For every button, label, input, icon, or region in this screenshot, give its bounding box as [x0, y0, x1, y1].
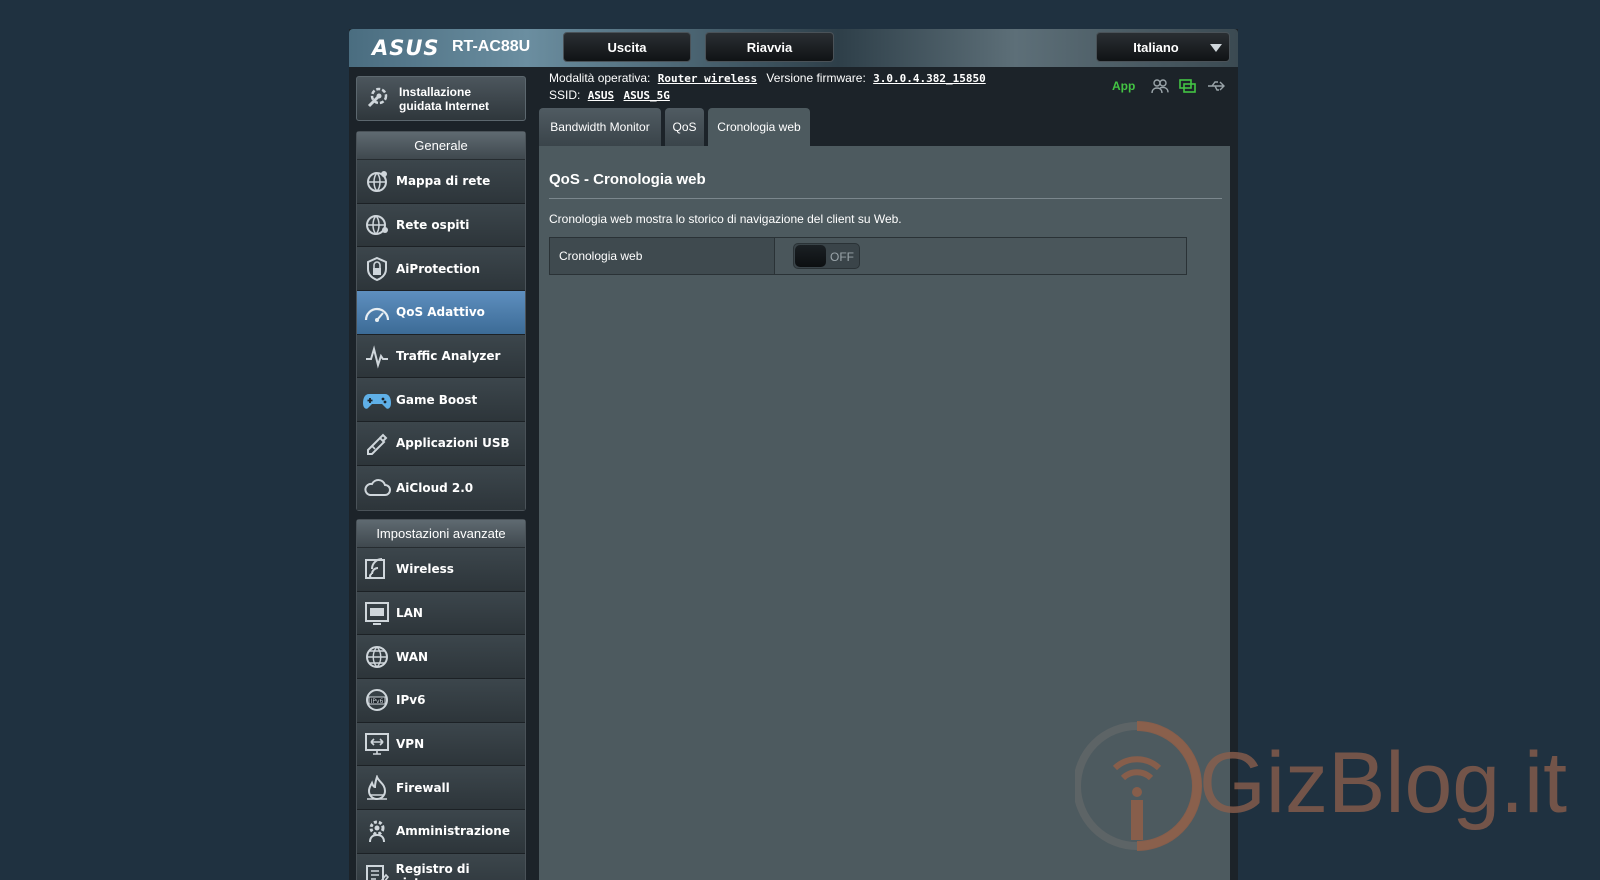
clients-icon[interactable] — [1151, 78, 1170, 94]
sidebar-item-guest-network[interactable]: Rete ospiti — [357, 203, 525, 248]
sidebar-item-label: WAN — [396, 649, 429, 664]
wizard-wrench-icon — [365, 82, 393, 115]
sidebar-item-label: Traffic Analyzer — [396, 349, 501, 364]
setting-label: Cronologia web — [550, 238, 775, 274]
sidebar-item-vpn[interactable]: VPN — [357, 722, 525, 767]
title-divider — [549, 198, 1222, 199]
status-info: Modalità operativa: Router wireless Vers… — [549, 70, 992, 104]
sidebar-item-firewall[interactable]: Firewall — [357, 766, 525, 811]
lan-icon — [360, 598, 394, 628]
sidebar-item-aiprotection[interactable]: AiProtection — [357, 247, 525, 292]
advanced-section: Impostazioni avanzate Wireless LAN WAN I… — [356, 519, 526, 880]
usb-icon[interactable] — [1207, 79, 1227, 93]
internet-status-icon[interactable] — [1179, 78, 1197, 94]
firewall-icon — [360, 773, 394, 803]
firmware-link[interactable]: 3.0.0.4.382_15850 — [873, 72, 986, 85]
sidebar-item-label: Registro di sistema — [395, 861, 470, 880]
page-description: Cronologia web mostra lo storico di navi… — [549, 212, 902, 226]
aiprotection-icon — [360, 254, 394, 284]
general-section-title: Generale — [357, 132, 525, 160]
sidebar-item-label: Firewall — [396, 780, 450, 795]
status-icons: App — [1112, 78, 1227, 94]
qos-gauge-icon — [360, 297, 394, 327]
system-log-icon — [360, 861, 394, 880]
op-mode-link[interactable]: Router wireless — [658, 72, 757, 85]
sidebar-item-system-log[interactable]: Registro di sistema — [357, 853, 525, 880]
traffic-analyzer-icon — [360, 341, 394, 371]
ssid-link-2[interactable]: ASUS_5G — [624, 89, 670, 102]
sidebar-item-label: LAN — [396, 606, 423, 621]
toggle-knob — [795, 245, 826, 267]
wireless-icon — [360, 554, 394, 584]
general-section: Generale Mappa di rete Rete ospiti AiPro… — [356, 131, 526, 511]
op-mode-label: Modalità operativa: — [549, 71, 651, 85]
sidebar-item-label: Rete ospiti — [396, 218, 470, 233]
admin-gear-icon — [360, 816, 394, 846]
tab-web-history[interactable]: Cronologia web — [708, 108, 810, 146]
sidebar-item-administration[interactable]: Amministrazione — [357, 810, 525, 854]
sidebar-item-label: IPv6 — [396, 693, 426, 708]
sidebar-item-network-map[interactable]: Mappa di rete — [357, 160, 525, 204]
sidebar-item-aicloud[interactable]: AiCloud 2.0 — [357, 465, 525, 510]
svg-text:IPv6: IPv6 — [371, 698, 384, 705]
ipv6-icon: IPv6 — [360, 685, 394, 715]
ssid-link-1[interactable]: ASUS — [588, 89, 615, 102]
setting-value: OFF — [775, 238, 1186, 274]
vpn-icon — [360, 729, 394, 759]
toggle-state: OFF — [830, 250, 854, 264]
network-map-icon — [360, 166, 394, 196]
logout-button[interactable]: Uscita — [563, 32, 691, 62]
sidebar-item-label: Mappa di rete — [396, 174, 491, 189]
brand-logo: ASUS — [372, 36, 440, 60]
quick-internet-setup-button[interactable]: Installazione guidata Internet — [356, 76, 526, 121]
sidebar-item-traffic-analyzer[interactable]: Traffic Analyzer — [357, 334, 525, 379]
model-name: RT-AC88U — [452, 38, 531, 55]
chevron-down-icon — [1210, 44, 1222, 52]
sidebar-item-label: AiProtection — [396, 261, 480, 276]
usb-apps-icon — [360, 428, 394, 458]
sidebar-item-game-boost[interactable]: Game Boost — [357, 378, 525, 423]
reboot-button[interactable]: Riavvia — [705, 32, 834, 62]
sidebar-item-label: VPN — [396, 737, 425, 752]
sidebar-item-label: Applicazioni USB — [396, 436, 510, 451]
sidebar-item-adaptive-qos[interactable]: QoS Adattivo — [357, 291, 525, 335]
gamepad-icon — [360, 385, 394, 415]
advanced-section-title: Impostazioni avanzate — [357, 520, 525, 548]
sidebar-item-lan[interactable]: LAN — [357, 591, 525, 636]
web-history-setting-row: Cronologia web OFF — [549, 237, 1187, 275]
sidebar-item-usb-apps[interactable]: Applicazioni USB — [357, 422, 525, 466]
wan-globe-icon — [360, 642, 394, 672]
sidebar-item-label: QoS Adattivo — [396, 305, 485, 320]
sidebar-item-wan[interactable]: WAN — [357, 635, 525, 680]
ssid-label: SSID: — [549, 88, 581, 102]
web-history-toggle[interactable]: OFF — [793, 243, 860, 269]
cloud-icon — [360, 473, 394, 503]
app-link[interactable]: App — [1112, 79, 1135, 93]
qis-label: Installazione guidata Internet — [399, 84, 490, 113]
guest-network-icon — [360, 210, 394, 240]
sidebar-item-ipv6[interactable]: IPv6 IPv6 — [357, 679, 525, 723]
sidebar-item-label: AiCloud 2.0 — [396, 480, 474, 495]
tab-bandwidth-monitor[interactable]: Bandwidth Monitor — [539, 108, 661, 146]
sidebar-item-label: Amministrazione — [396, 824, 510, 839]
firmware-label: Versione firmware: — [766, 71, 866, 85]
watermark-text: GizBlog.it — [1199, 735, 1568, 831]
language-value: Italiano — [1133, 39, 1179, 55]
language-select[interactable]: Italiano — [1096, 32, 1230, 62]
tab-qos[interactable]: QoS — [665, 108, 704, 146]
sidebar-item-label: Wireless — [396, 562, 454, 577]
watermark-logo-icon — [1075, 721, 1202, 851]
watermark: GizBlog.it — [1075, 718, 1595, 858]
sidebar-item-label: Game Boost — [396, 392, 478, 407]
sidebar-item-wireless[interactable]: Wireless — [357, 548, 525, 592]
page-title: QoS - Cronologia web — [549, 171, 706, 188]
